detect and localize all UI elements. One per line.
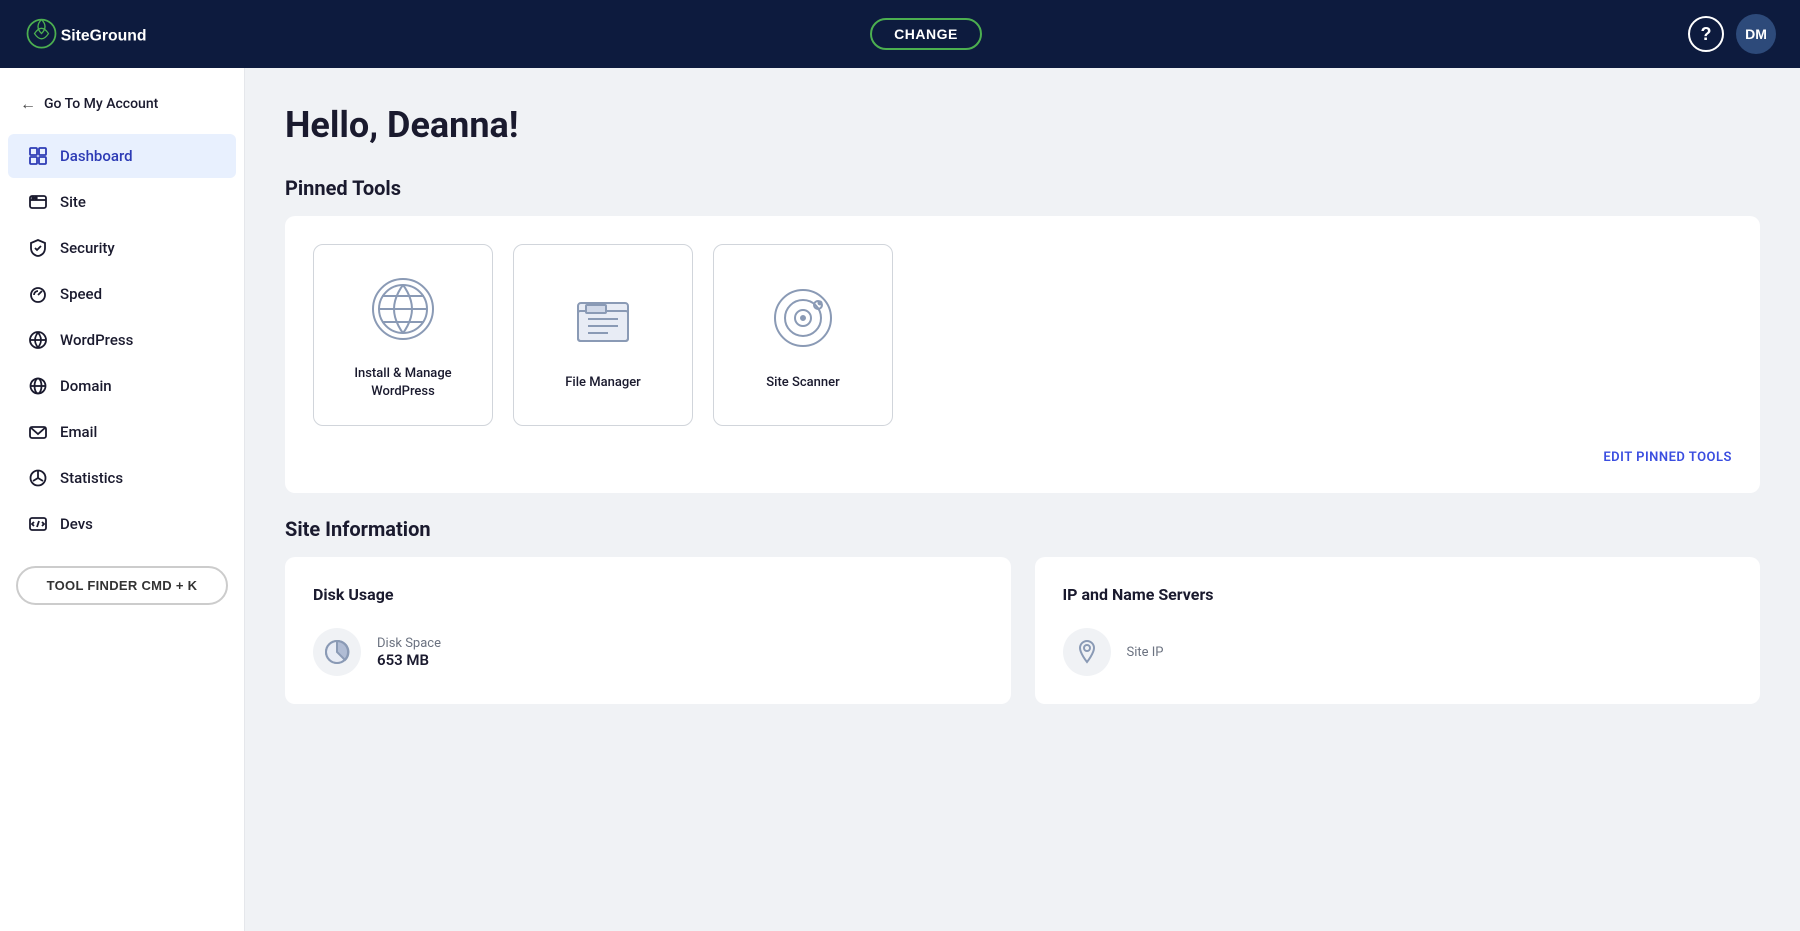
dashboard-icon bbox=[28, 146, 48, 166]
sidebar: ← Go To My Account Dashboard bbox=[0, 68, 245, 931]
ip-servers-card: IP and Name Servers Site IP bbox=[1035, 557, 1761, 704]
back-arrow-icon: ← bbox=[20, 94, 36, 114]
top-navbar: SiteGround CHANGE ? DM bbox=[0, 0, 1800, 68]
tool-finder-button[interactable]: TOOL FINDER CMD + K bbox=[16, 566, 228, 605]
sidebar-item-site[interactable]: Site bbox=[8, 180, 236, 224]
logo-area: SiteGround bbox=[24, 14, 164, 54]
edit-pinned-tools-link[interactable]: EDIT PINNED TOOLS bbox=[1603, 450, 1732, 465]
sidebar-item-label: WordPress bbox=[60, 331, 133, 349]
sidebar-item-label: Security bbox=[60, 239, 115, 257]
disk-space-info: Disk Space 653 MB bbox=[377, 636, 441, 669]
devs-icon bbox=[28, 514, 48, 534]
user-avatar-button[interactable]: DM bbox=[1736, 14, 1776, 54]
sidebar-item-domain[interactable]: Domain bbox=[8, 364, 236, 408]
sidebar-item-label: Devs bbox=[60, 515, 93, 533]
svg-text:SiteGround: SiteGround bbox=[61, 28, 147, 45]
disk-space-row: Disk Space 653 MB bbox=[313, 628, 983, 676]
main-layout: ← Go To My Account Dashboard bbox=[0, 68, 1800, 931]
tool-label: Install & Manage WordPress bbox=[334, 365, 472, 401]
tool-card-file-manager[interactable]: File Manager bbox=[513, 244, 693, 426]
site-info-grid: Disk Usage Disk Space 653 MB bbox=[285, 557, 1760, 704]
main-content: Hello, Deanna! Pinned Tools bbox=[245, 68, 1800, 931]
sidebar-nav: Dashboard Site bbox=[0, 134, 244, 546]
sidebar-item-label: Statistics bbox=[60, 469, 123, 487]
help-button[interactable]: ? bbox=[1688, 16, 1724, 52]
sidebar-item-label: Dashboard bbox=[60, 147, 133, 165]
ip-icon-wrap bbox=[1063, 628, 1111, 676]
disk-usage-title: Disk Usage bbox=[313, 585, 983, 604]
domain-icon bbox=[28, 376, 48, 396]
site-ip-label: Site IP bbox=[1127, 645, 1164, 660]
email-icon bbox=[28, 422, 48, 442]
pinned-tools-grid: Install & Manage WordPress bbox=[313, 244, 1732, 426]
topnav-center: CHANGE bbox=[870, 18, 982, 50]
siteground-logo: SiteGround bbox=[24, 14, 164, 54]
sidebar-item-statistics[interactable]: Statistics bbox=[8, 456, 236, 500]
wordpress-tool-icon bbox=[363, 269, 443, 349]
disk-chart-icon bbox=[323, 638, 351, 666]
edit-pinned-tools-area: EDIT PINNED TOOLS bbox=[313, 446, 1732, 465]
speed-icon bbox=[28, 284, 48, 304]
ip-servers-title: IP and Name Servers bbox=[1063, 585, 1733, 604]
disk-space-value: 653 MB bbox=[377, 651, 441, 669]
disk-space-label: Disk Space bbox=[377, 636, 441, 651]
site-ip-info: Site IP bbox=[1127, 645, 1164, 660]
sidebar-item-label: Email bbox=[60, 423, 97, 441]
change-button[interactable]: CHANGE bbox=[870, 18, 982, 50]
site-scanner-tool-icon bbox=[763, 278, 843, 358]
sidebar-item-security[interactable]: Security bbox=[8, 226, 236, 270]
sidebar-item-devs[interactable]: Devs bbox=[8, 502, 236, 546]
disk-usage-card: Disk Usage Disk Space 653 MB bbox=[285, 557, 1011, 704]
wordpress-icon bbox=[28, 330, 48, 350]
site-icon bbox=[28, 192, 48, 212]
go-to-account-link[interactable]: ← Go To My Account bbox=[0, 84, 244, 134]
sidebar-item-dashboard[interactable]: Dashboard bbox=[8, 134, 236, 178]
page-greeting: Hello, Deanna! bbox=[285, 104, 1760, 146]
topnav-right: ? DM bbox=[1688, 14, 1776, 54]
tool-card-wordpress[interactable]: Install & Manage WordPress bbox=[313, 244, 493, 426]
security-icon bbox=[28, 238, 48, 258]
sidebar-item-email[interactable]: Email bbox=[8, 410, 236, 454]
site-ip-row: Site IP bbox=[1063, 628, 1733, 676]
tool-card-site-scanner[interactable]: Site Scanner bbox=[713, 244, 893, 426]
disk-icon-wrap bbox=[313, 628, 361, 676]
sidebar-item-label: Site bbox=[60, 193, 86, 211]
file-manager-tool-icon bbox=[563, 278, 643, 358]
site-information-title: Site Information bbox=[285, 517, 1760, 541]
statistics-icon bbox=[28, 468, 48, 488]
sidebar-item-wordpress[interactable]: WordPress bbox=[8, 318, 236, 362]
tool-label: File Manager bbox=[565, 374, 641, 392]
back-label: Go To My Account bbox=[44, 96, 158, 112]
tool-label: Site Scanner bbox=[766, 374, 839, 392]
pinned-tools-title: Pinned Tools bbox=[285, 176, 1760, 200]
location-pin-icon bbox=[1073, 638, 1101, 666]
sidebar-item-label: Domain bbox=[60, 377, 112, 395]
pinned-tools-card: Install & Manage WordPress bbox=[285, 216, 1760, 493]
sidebar-item-label: Speed bbox=[60, 285, 102, 303]
sidebar-item-speed[interactable]: Speed bbox=[8, 272, 236, 316]
